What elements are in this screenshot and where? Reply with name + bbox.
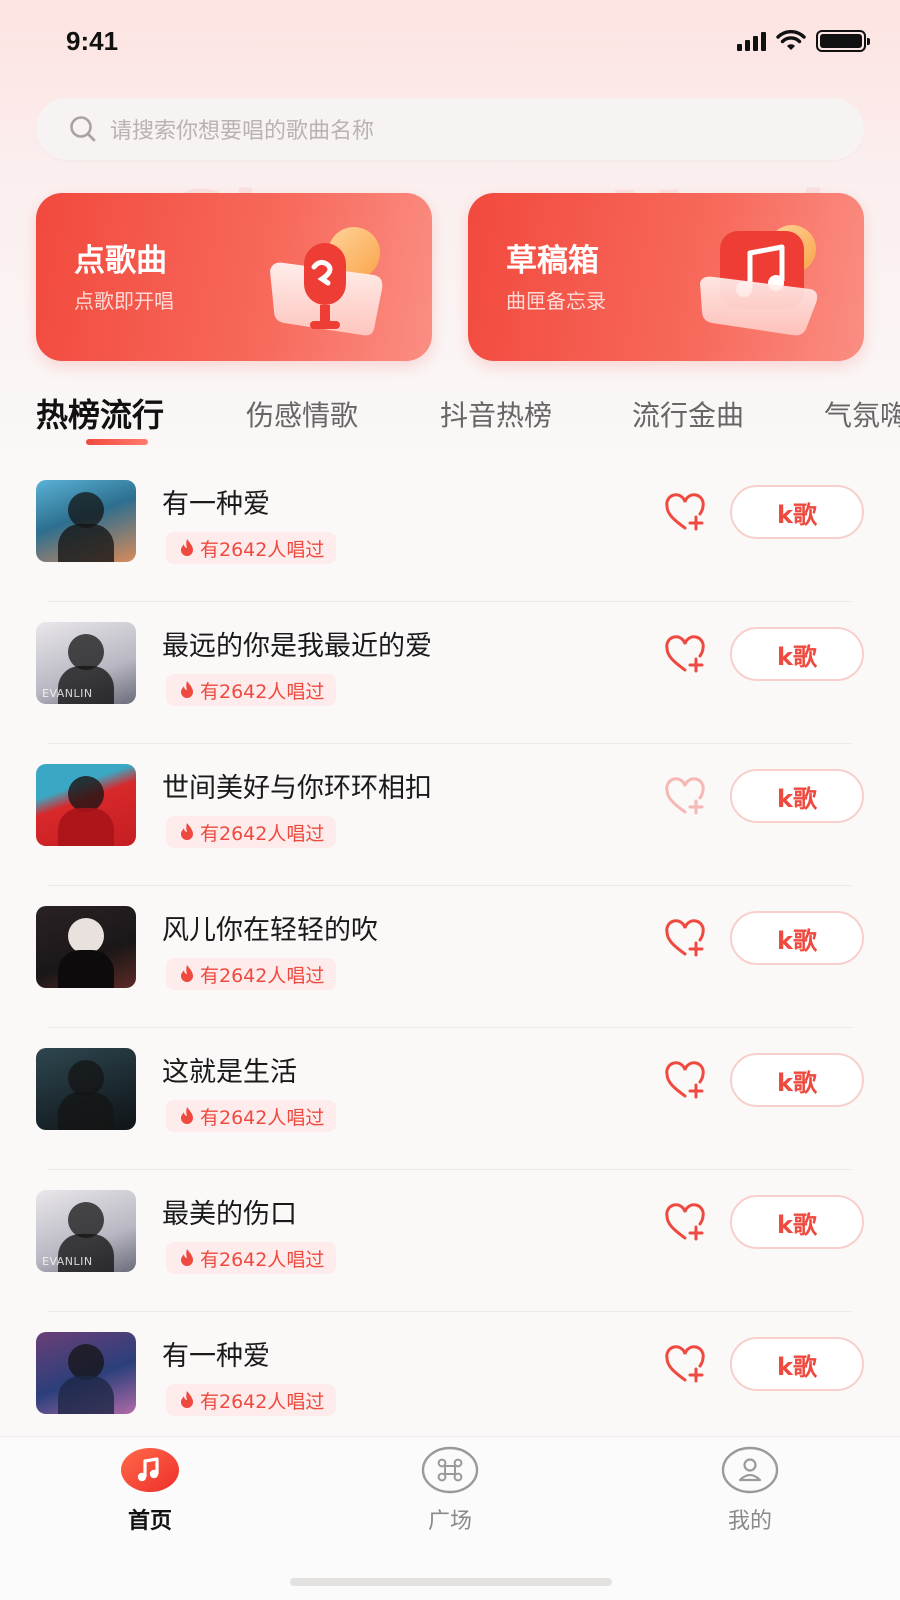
status-bar: 9:41 (0, 0, 900, 88)
song-title: 最远的你是我最近的爱 (162, 631, 432, 662)
sung-count-text: 有2642人唱过 (200, 822, 325, 845)
home-indicator (290, 1578, 612, 1586)
bottom-nav: 首页 广场 我的 (0, 1436, 900, 1600)
sung-count-text: 有2642人唱过 (200, 1390, 325, 1413)
karaoke-button[interactable]: k歌 (730, 1053, 864, 1107)
song-row[interactable]: EVANLIN 最美的伤口 有2642人唱过 k歌 (0, 1170, 900, 1312)
sung-count-text: 有2642人唱过 (200, 538, 325, 561)
song-title: 世间美好与你环环相扣 (162, 773, 432, 804)
add-favorite-heart-icon[interactable] (664, 635, 708, 675)
karaoke-button[interactable]: k歌 (730, 1337, 864, 1391)
karaoke-button[interactable]: k歌 (730, 485, 864, 539)
sung-count-badge: 有2642人唱过 (166, 674, 337, 706)
microphone-icon (270, 227, 383, 336)
flame-icon (181, 1391, 193, 1408)
flame-icon (181, 1249, 193, 1266)
song-row[interactable]: EVANLIN 最远的你是我最近的爱 有2642人唱过 k歌 (0, 602, 900, 744)
album-cover (36, 480, 136, 562)
flame-icon (181, 823, 193, 840)
song-row[interactable]: 有一种爱 有2642人唱过 k歌 (0, 1312, 900, 1454)
flame-icon (181, 539, 193, 556)
sung-count-badge: 有2642人唱过 (166, 1100, 337, 1132)
song-title: 最美的伤口 (162, 1199, 297, 1230)
sung-count-text: 有2642人唱过 (200, 964, 325, 987)
karaoke-button[interactable]: k歌 (730, 911, 864, 965)
song-row[interactable]: 这就是生活 有2642人唱过 k歌 (0, 1028, 900, 1170)
song-row[interactable]: 世间美好与你环环相扣 有2642人唱过 k歌 (0, 744, 900, 886)
music-note-icon (121, 1445, 179, 1495)
search-placeholder: 请搜索你想要唱的歌曲名称 (110, 119, 375, 144)
category-tabs: 热榜流行 伤感情歌 抖音热榜 流行金曲 气氛嗨 (0, 386, 900, 450)
album-cover (36, 1332, 136, 1414)
search-icon (66, 112, 100, 146)
active-tab-indicator (86, 439, 148, 445)
add-favorite-heart-icon[interactable] (664, 1061, 708, 1101)
album-cover: EVANLIN (36, 622, 136, 704)
sung-count-text: 有2642人唱过 (200, 680, 325, 703)
tab-sad-love-songs[interactable]: 伤感情歌 (246, 394, 358, 434)
cover-text: EVANLIN (42, 687, 93, 700)
karaoke-button[interactable]: k歌 (730, 769, 864, 823)
battery-icon (816, 30, 870, 52)
drafts-subtitle: 曲匣备忘录 (506, 289, 606, 313)
song-row[interactable]: 风儿你在轻轻的吹 有2642人唱过 k歌 (0, 886, 900, 1028)
nav-square[interactable]: 广场 (390, 1445, 510, 1535)
karaoke-button[interactable]: k歌 (730, 627, 864, 681)
song-row[interactable]: 有一种爱 有2642人唱过 k歌 (0, 460, 900, 602)
nav-square-label: 广场 (427, 1509, 472, 1534)
wifi-icon (776, 30, 806, 50)
flame-icon (181, 681, 193, 698)
song-title: 这就是生活 (162, 1057, 297, 1088)
flame-icon (181, 1107, 193, 1124)
drafts-card[interactable]: 草稿箱 曲匣备忘录 (468, 193, 864, 361)
tab-pop-classics[interactable]: 流行金曲 (632, 394, 744, 434)
status-time: 9:41 (66, 26, 119, 56)
search-input[interactable]: 请搜索你想要唱的歌曲名称 (36, 98, 864, 160)
sung-count-text: 有2642人唱过 (200, 1106, 325, 1129)
album-cover (36, 906, 136, 988)
add-favorite-heart-icon[interactable] (664, 919, 708, 959)
nav-home[interactable]: 首页 (90, 1445, 210, 1535)
song-request-subtitle: 点歌即开唱 (74, 289, 174, 313)
song-title: 有一种爱 (162, 1341, 270, 1372)
command-icon (421, 1445, 479, 1495)
cellular-signal-icon (737, 31, 766, 51)
add-favorite-heart-icon[interactable] (664, 1203, 708, 1243)
tab-hot-pop[interactable]: 热榜流行 (36, 390, 164, 436)
drafts-title: 草稿箱 (506, 243, 599, 279)
sung-count-text: 有2642人唱过 (200, 1248, 325, 1271)
user-icon (721, 1445, 779, 1495)
add-favorite-heart-icon[interactable] (664, 493, 708, 533)
sung-count-badge: 有2642人唱过 (166, 532, 337, 564)
cover-text: EVANLIN (42, 1255, 93, 1268)
status-icons (737, 30, 870, 52)
flame-icon (181, 965, 193, 982)
sung-count-badge: 有2642人唱过 (166, 1384, 337, 1416)
nav-home-label: 首页 (127, 1509, 172, 1534)
music-note-icon (700, 225, 818, 336)
album-cover: EVANLIN (36, 1190, 136, 1272)
add-favorite-heart-icon[interactable] (664, 777, 708, 817)
add-favorite-heart-icon[interactable] (664, 1345, 708, 1385)
album-cover (36, 764, 136, 846)
song-request-title: 点歌曲 (74, 243, 167, 279)
sung-count-badge: 有2642人唱过 (166, 1242, 337, 1274)
song-request-card[interactable]: 点歌曲 点歌即开唱 (36, 193, 432, 361)
nav-mine-label: 我的 (727, 1509, 772, 1534)
tab-douyin-hot[interactable]: 抖音热榜 (440, 394, 552, 434)
song-list: 有一种爱 有2642人唱过 k歌 EVANLIN 最远的你是我最近的爱 有264… (0, 460, 900, 1454)
sung-count-badge: 有2642人唱过 (166, 816, 337, 848)
song-title: 风儿你在轻轻的吹 (162, 915, 378, 946)
karaoke-button[interactable]: k歌 (730, 1195, 864, 1249)
album-cover (36, 1048, 136, 1130)
song-title: 有一种爱 (162, 489, 270, 520)
nav-mine[interactable]: 我的 (690, 1445, 810, 1535)
tab-party-mood[interactable]: 气氛嗨 (824, 394, 900, 434)
sung-count-badge: 有2642人唱过 (166, 958, 337, 990)
